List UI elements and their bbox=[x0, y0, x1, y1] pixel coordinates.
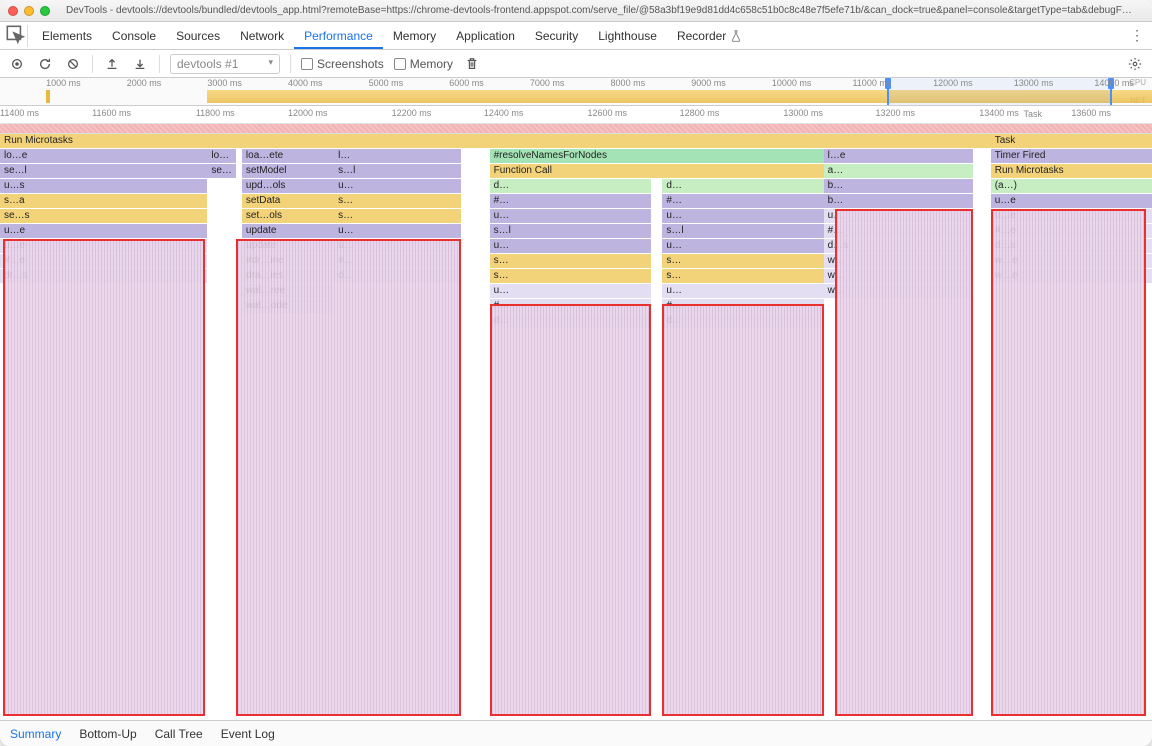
tab-console[interactable]: Console bbox=[102, 23, 166, 49]
frame-run-microtasks-2[interactable]: Run Microtasks bbox=[991, 164, 1152, 178]
minimize-window-button[interactable] bbox=[24, 6, 34, 16]
highlight-region-6 bbox=[991, 209, 1147, 716]
highlight-region-5 bbox=[835, 209, 973, 716]
mac-titlebar: DevTools - devtools://devtools/bundled/d… bbox=[0, 0, 1152, 22]
highlight-region-1 bbox=[3, 239, 205, 716]
flame-ruler[interactable]: 11400 ms 11600 ms 11800 ms 12000 ms 1220… bbox=[0, 106, 1152, 124]
screenshots-checkbox[interactable]: Screenshots bbox=[301, 57, 384, 71]
record-button[interactable] bbox=[8, 55, 26, 73]
tab-application[interactable]: Application bbox=[446, 23, 525, 49]
tab-elements[interactable]: Elements bbox=[32, 23, 102, 49]
frame-timer-fired[interactable]: Timer Fired bbox=[991, 149, 1152, 163]
flame-chart[interactable]: Run Microtasks Task Timer Fired Run Micr… bbox=[0, 134, 1152, 720]
overview-selection[interactable] bbox=[887, 78, 1112, 105]
tab-lighthouse[interactable]: Lighthouse bbox=[588, 23, 667, 49]
inspect-icon[interactable] bbox=[6, 25, 28, 47]
tab-sources[interactable]: Sources bbox=[166, 23, 230, 49]
tab-recorder-label: Recorder bbox=[677, 29, 726, 43]
devtools-window: DevTools - devtools://devtools/bundled/d… bbox=[0, 0, 1152, 746]
clear-button[interactable] bbox=[64, 55, 82, 73]
details-tabs: Summary Bottom-Up Call Tree Event Log bbox=[0, 720, 1152, 746]
upload-profile-button[interactable] bbox=[103, 55, 121, 73]
detail-tab-summary[interactable]: Summary bbox=[10, 727, 61, 741]
highlight-region-3 bbox=[490, 304, 651, 716]
window-title: DevTools - devtools://devtools/bundled/d… bbox=[56, 5, 1144, 16]
frame-function-call[interactable]: Function Call bbox=[490, 164, 824, 178]
timeline-overview[interactable]: CPU NET 1000 ms 2000 ms 3000 ms 4000 ms … bbox=[0, 78, 1152, 106]
flask-icon bbox=[730, 30, 742, 42]
frame-resolve-names[interactable]: #resolveNamesForNodes bbox=[490, 149, 824, 163]
download-profile-button[interactable] bbox=[131, 55, 149, 73]
main-tabs: Elements Console Sources Network Perform… bbox=[0, 22, 1152, 50]
tab-recorder[interactable]: Recorder bbox=[667, 23, 752, 49]
maximize-window-button[interactable] bbox=[40, 6, 50, 16]
highlight-region-2 bbox=[236, 239, 461, 716]
performance-toolbar: devtools #1 Screenshots Memory bbox=[0, 50, 1152, 78]
close-window-button[interactable] bbox=[8, 6, 18, 16]
frame-run-microtasks[interactable]: Run Microtasks bbox=[0, 134, 991, 148]
detail-tab-bottom-up[interactable]: Bottom-Up bbox=[79, 727, 136, 741]
tab-network[interactable]: Network bbox=[230, 23, 294, 49]
tab-memory[interactable]: Memory bbox=[383, 23, 446, 49]
frame-task[interactable]: Task bbox=[991, 134, 1152, 148]
tab-security[interactable]: Security bbox=[525, 23, 588, 49]
reload-record-button[interactable] bbox=[36, 55, 54, 73]
detail-tab-call-tree[interactable]: Call Tree bbox=[155, 727, 203, 741]
settings-button[interactable] bbox=[1126, 55, 1144, 73]
memory-checkbox[interactable]: Memory bbox=[394, 57, 453, 71]
task-label: Task bbox=[1023, 109, 1042, 119]
delete-profile-button[interactable] bbox=[463, 55, 481, 73]
detail-tab-event-log[interactable]: Event Log bbox=[221, 727, 275, 741]
long-task-strip bbox=[0, 124, 1152, 134]
more-menu-icon[interactable]: ⋮ bbox=[1128, 27, 1146, 44]
highlight-region-4 bbox=[662, 304, 823, 716]
profile-selector[interactable]: devtools #1 bbox=[170, 54, 280, 74]
tab-performance[interactable]: Performance bbox=[294, 23, 383, 49]
